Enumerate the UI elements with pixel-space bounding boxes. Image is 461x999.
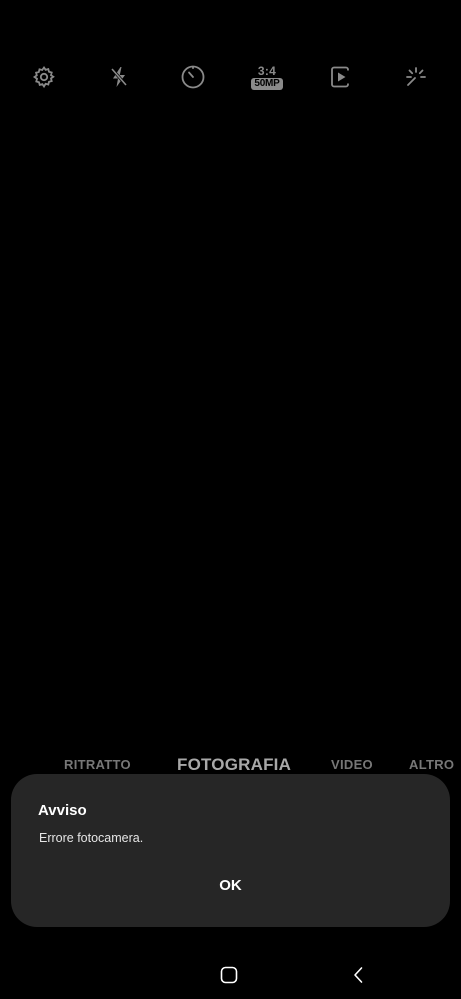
- back-icon: [354, 967, 363, 983]
- settings-icon: [32, 65, 55, 89]
- dialog-message: Errore fotocamera.: [39, 831, 144, 845]
- motion-photo-button[interactable]: [322, 58, 360, 96]
- aspect-ratio-button[interactable]: 3:4 50MP: [245, 58, 289, 96]
- flash-off-icon: [110, 67, 128, 87]
- aspect-ratio-label: 3:4: [257, 63, 277, 78]
- back-button[interactable]: [342, 958, 376, 992]
- ok-button[interactable]: OK: [11, 870, 450, 900]
- system-navigation-bar: [0, 950, 461, 999]
- camera-error-dialog: Avviso Errore fotocamera. OK: [11, 774, 450, 927]
- motion-photo-icon: [331, 66, 349, 88]
- flash-button[interactable]: [100, 58, 138, 96]
- effects-button[interactable]: [397, 58, 435, 96]
- effects-icon: [406, 67, 426, 86]
- home-icon: [220, 966, 238, 984]
- dialog-title: Avviso: [38, 802, 87, 819]
- timer-button[interactable]: [174, 58, 212, 96]
- settings-button[interactable]: [25, 58, 63, 96]
- home-button[interactable]: [212, 958, 246, 992]
- camera-viewfinder[interactable]: [0, 110, 461, 750]
- timer-icon: [181, 65, 205, 89]
- camera-top-toolbar: 3:4 50MP: [0, 58, 461, 96]
- resolution-badge: 50MP: [251, 77, 283, 90]
